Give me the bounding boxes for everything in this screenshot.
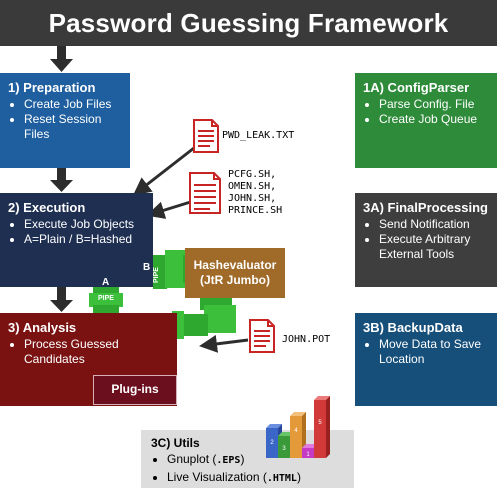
john-pot-document-icon [249,319,275,353]
configparser-box: 1A) ConfigParser Parse Config. File Crea… [355,73,497,168]
backupdata-title: 3B) BackupData [363,320,463,335]
execution-item: A=Plain / B=Hashed [24,232,145,247]
finalprocessing-item: Execute Arbitrary External Tools [379,232,489,262]
configparser-title: 1A) ConfigParser [363,80,470,95]
analysis-title: 3) Analysis [8,320,77,335]
backupdata-box: 3B) BackupData Move Data to Save Locatio… [355,313,497,406]
preparation-box: 1) Preparation Create Job Files Reset Se… [0,73,130,168]
pipe-hashevaluator-to-analysis [172,298,236,339]
pipe-b-letter: B [143,262,151,273]
configparser-item: Create Job Queue [379,112,489,127]
script-files-list: PCFG.SH, OMEN.SH, JOHN.SH, PRINCE.SH [228,169,282,217]
script-file: PCFG.SH, [228,169,277,180]
hashevaluator-name: Hashevaluator [193,258,277,272]
finalprocessing-item: Send Notification [379,217,489,232]
plugins-box: Plug-ins [93,375,177,405]
script-file: PRINCE.SH [228,205,283,216]
arrow-pwd-leak-to-execution [132,146,195,196]
bar-chart-icon-bars [266,396,330,458]
script-file: OMEN.SH, [228,181,277,192]
preparation-title: 1) Preparation [8,80,96,95]
flow-arrow-execution-to-analysis [50,287,73,312]
hashevaluator-subtitle: (JtR Jumbo) [200,273,270,287]
hashevaluator-box: Hashevaluator (JtR Jumbo) [185,248,285,298]
finalprocessing-box: 3A) FinalProcessing Send Notification Ex… [355,193,497,287]
pwd-leak-filename: PWD_LEAK.TXT [222,130,295,141]
backupdata-item: Move Data to Save Location [379,337,489,367]
pipe-b-label: PIPE [153,267,160,283]
preparation-item: Reset Session Files [24,112,122,142]
pipe-a-label: PIPE [98,295,114,302]
execution-title: 2) Execution [8,200,86,215]
pwd-leak-document-icon [193,119,219,153]
utils-item-live-visualization: Live Visualization (.HTML) [167,469,346,487]
execution-box: 2) Execution Execute Job Objects A=Plain… [0,193,153,287]
finalprocessing-title: 3A) FinalProcessing [363,200,488,215]
execution-item: Execute Job Objects [24,217,145,232]
scripts-document-icon [189,172,221,214]
john-pot-filename: JOHN.POT [282,334,331,345]
configparser-item: Parse Config. File [379,97,489,112]
bar-chart-icon: 2 3 4 1 5 [266,396,330,458]
preparation-item: Create Job Files [24,97,122,112]
pipe-a-letter: A [102,277,110,288]
analysis-item: Process Guessed Candidates [24,337,169,367]
script-file: JOHN.SH, [228,193,277,204]
flow-arrow-preparation-to-execution [50,167,73,192]
arrow-john-pot-to-analysis [199,334,249,353]
flow-arrow-title-to-preparation [50,46,73,72]
